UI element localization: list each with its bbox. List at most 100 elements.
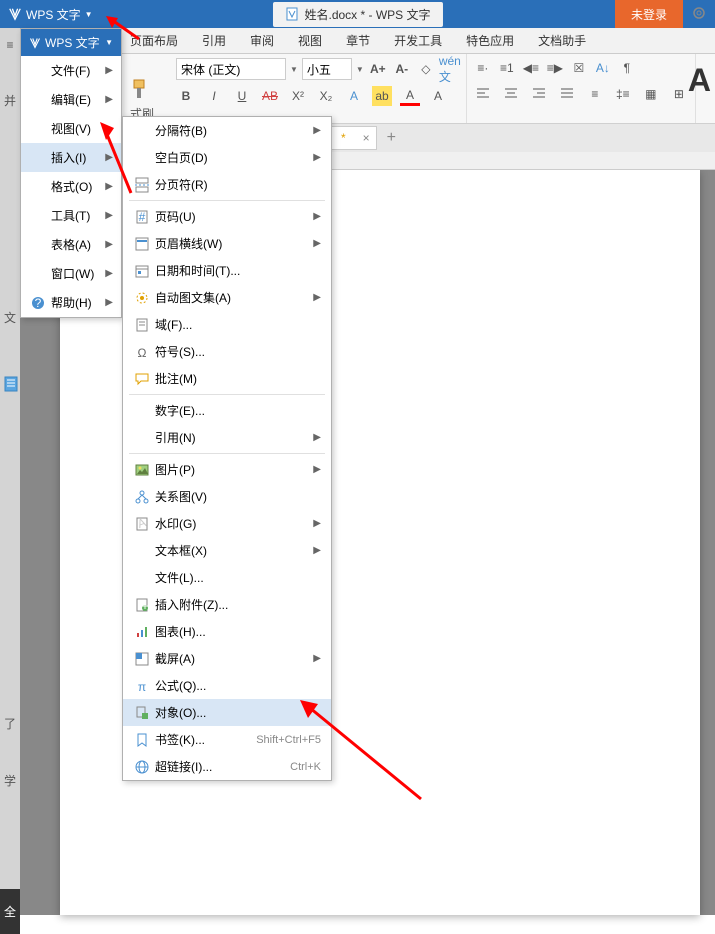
sidebar-item[interactable]: 文: [0, 299, 20, 336]
sidebar-item[interactable]: 学: [0, 762, 20, 799]
document-tab[interactable]: * ×: [330, 126, 377, 150]
submenu-item[interactable]: 文件(L)...: [123, 564, 331, 591]
submenu-item-label: 数字(E)...: [155, 402, 205, 419]
font-color-button[interactable]: A: [400, 86, 420, 106]
highlight-button[interactable]: ab: [372, 86, 392, 106]
submenu-item[interactable]: A水印(G)▶: [123, 510, 331, 537]
align-right-button[interactable]: [529, 84, 549, 104]
settings-icon[interactable]: [691, 5, 707, 24]
tab-special[interactable]: 特色应用: [466, 32, 514, 49]
left-sidebar: ≡ 并 文 了 学 全: [0, 28, 20, 915]
menu-item-表格a[interactable]: 表格(A)▶: [21, 230, 121, 259]
submenu-item[interactable]: 超链接(I)...Ctrl+K: [123, 753, 331, 780]
underline-button[interactable]: U: [232, 86, 252, 106]
dropdown-icon[interactable]: ▼: [356, 65, 364, 74]
submenu-item[interactable]: 引用(N)▶: [123, 424, 331, 451]
tab-page-layout[interactable]: 页面布局: [130, 32, 178, 49]
align-left-button[interactable]: [473, 84, 493, 104]
numbering-button[interactable]: ≡1: [497, 58, 517, 78]
tab-assistant[interactable]: 文档助手: [538, 32, 586, 49]
phonetic-button[interactable]: wén文: [440, 59, 460, 79]
submenu-item[interactable]: 图片(P)▶: [123, 456, 331, 483]
clear-format-button[interactable]: ◇: [416, 59, 436, 79]
menu-separator: [129, 394, 325, 395]
justify-button[interactable]: [557, 84, 577, 104]
shading-button[interactable]: ▦: [641, 84, 661, 104]
text-effects-button[interactable]: A: [344, 86, 364, 106]
bullets-button[interactable]: ≡·: [473, 58, 493, 78]
subscript-button[interactable]: X₂: [316, 86, 336, 106]
submenu-item-label: 图片(P): [155, 461, 195, 478]
dropdown-icon[interactable]: ▼: [290, 65, 298, 74]
login-button[interactable]: 未登录: [615, 0, 683, 28]
menu-item-文件f[interactable]: 文件(F)▶: [21, 56, 121, 85]
submenu-item[interactable]: 对象(O)...: [123, 699, 331, 726]
tab-review[interactable]: 审阅: [250, 32, 274, 49]
submenu-item[interactable]: #页码(U)▶: [123, 203, 331, 230]
decrease-indent-button[interactable]: ◀≡: [521, 58, 541, 78]
distribute-button[interactable]: ≡: [585, 84, 605, 104]
submenu-item[interactable]: 书签(K)...Shift+Ctrl+F5: [123, 726, 331, 753]
ruler[interactable]: [330, 152, 715, 170]
superscript-button[interactable]: X²: [288, 86, 308, 106]
pi-icon: π: [133, 678, 151, 694]
submenu-item[interactable]: 图表(H)...: [123, 618, 331, 645]
submenu-item[interactable]: 分页符(R): [123, 171, 331, 198]
submenu-item[interactable]: 文本框(X)▶: [123, 537, 331, 564]
font-name-select[interactable]: 宋体 (正文): [176, 58, 286, 80]
menu-item-工具t[interactable]: 工具(T)▶: [21, 201, 121, 230]
bold-button[interactable]: B: [176, 86, 196, 106]
submenu-item[interactable]: Ω符号(S)...: [123, 338, 331, 365]
submenu-item[interactable]: 截屏(A)▶: [123, 645, 331, 672]
sidebar-icon[interactable]: ≡: [0, 28, 20, 62]
menu-item-插入i[interactable]: 插入(I)▶: [21, 143, 121, 172]
submenu-arrow-icon: ▶: [105, 268, 113, 279]
submenu-item[interactable]: 域(F)...: [123, 311, 331, 338]
submenu-item[interactable]: π公式(Q)...: [123, 672, 331, 699]
watermark-icon: A: [133, 516, 151, 532]
submenu-item[interactable]: 自动图文集(A)▶: [123, 284, 331, 311]
menu-item-视图v[interactable]: 视图(V)▶: [21, 114, 121, 143]
show-marks-button[interactable]: ¶: [617, 58, 637, 78]
menu-item-窗口w[interactable]: 窗口(W)▶: [21, 259, 121, 288]
submenu-item[interactable]: 页眉横线(W)▶: [123, 230, 331, 257]
shrink-font-button[interactable]: A-: [392, 59, 412, 79]
sidebar-item[interactable]: 了: [0, 705, 20, 742]
borders-button[interactable]: ⊞: [669, 84, 689, 104]
submenu-item-label: 文件(L)...: [155, 569, 204, 586]
italic-button[interactable]: I: [204, 86, 224, 106]
char-shading-button[interactable]: A: [428, 86, 448, 106]
menu-item-label: 插入(I): [51, 149, 86, 166]
sort-button[interactable]: A↓: [593, 58, 613, 78]
sidebar-item[interactable]: 并: [0, 82, 20, 119]
styles-button[interactable]: A: [688, 62, 711, 99]
submenu-item[interactable]: 批注(M): [123, 365, 331, 392]
app-menu-button[interactable]: WPS 文字 ▼: [0, 6, 93, 23]
sidebar-page-icon[interactable]: [0, 366, 20, 405]
increase-indent-button[interactable]: ≡▶: [545, 58, 565, 78]
menu-item-格式o[interactable]: 格式(O)▶: [21, 172, 121, 201]
menu-item-编辑e[interactable]: 编辑(E)▶: [21, 85, 121, 114]
tab-developer[interactable]: 开发工具: [394, 32, 442, 49]
submenu-item[interactable]: 空白页(D)▶: [123, 144, 331, 171]
menu-item-label: 工具(T): [51, 207, 90, 224]
new-tab-button[interactable]: +: [377, 129, 406, 147]
close-tab-button[interactable]: ×: [363, 131, 370, 145]
submenu-item[interactable]: 数字(E)...: [123, 397, 331, 424]
line-spacing-button[interactable]: ‡≡: [613, 84, 633, 104]
submenu-item[interactable]: +插入附件(Z)...: [123, 591, 331, 618]
menu-item-帮助h[interactable]: ?帮助(H)▶: [21, 288, 121, 317]
tab-references[interactable]: 引用: [202, 32, 226, 49]
align-center-button[interactable]: [501, 84, 521, 104]
submenu-item[interactable]: 日期和时间(T)...: [123, 257, 331, 284]
submenu-item[interactable]: 关系图(V): [123, 483, 331, 510]
grow-font-button[interactable]: A+: [368, 59, 388, 79]
font-size-select[interactable]: 小五: [302, 58, 352, 80]
tab-view[interactable]: 视图: [298, 32, 322, 49]
submenu-item[interactable]: 分隔符(B)▶: [123, 117, 331, 144]
tab-chapter[interactable]: 章节: [346, 32, 370, 49]
char-scale-button[interactable]: ☒: [569, 58, 589, 78]
submenu-arrow-icon: ▶: [313, 292, 321, 303]
strikethrough-button[interactable]: AB: [260, 86, 280, 106]
sidebar-item[interactable]: 全: [0, 889, 20, 934]
